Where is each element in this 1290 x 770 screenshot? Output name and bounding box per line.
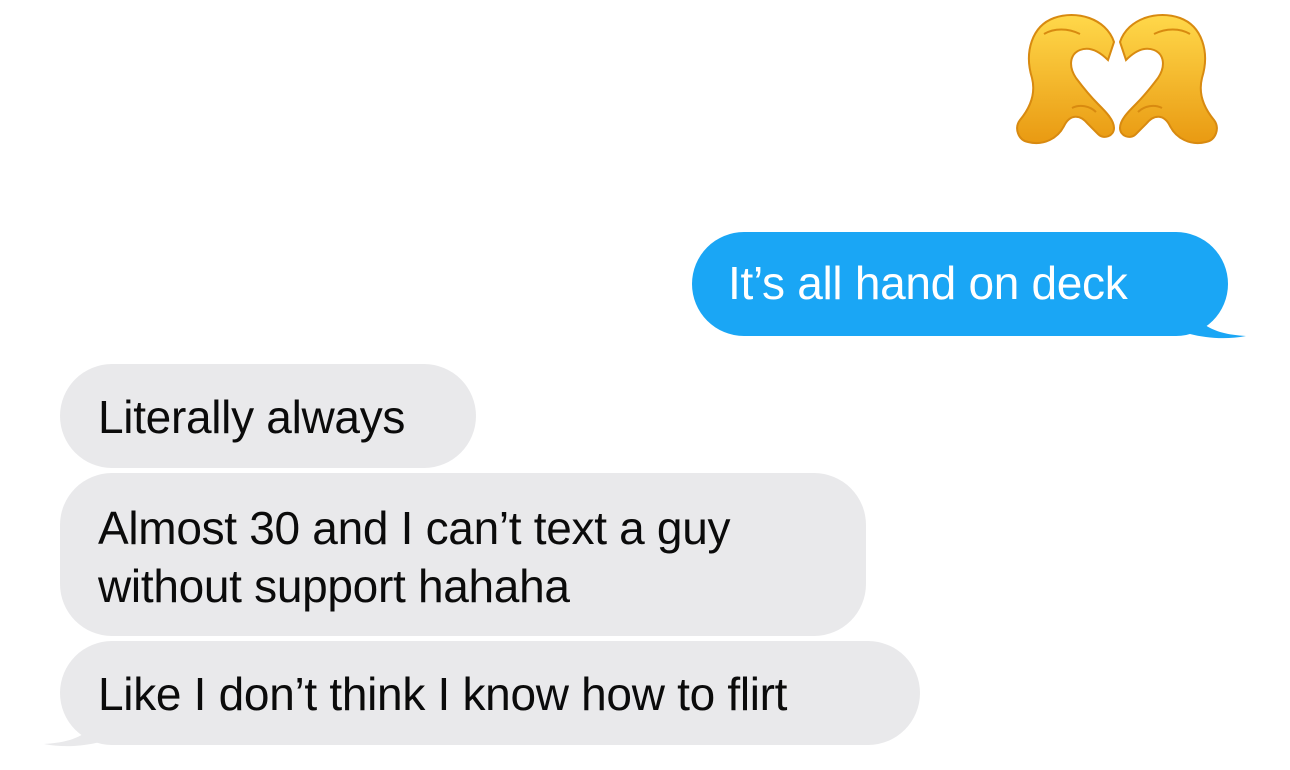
message-text: Literally always [98,391,406,443]
received-message-bubble[interactable]: Almost 30 and I can’t text a guy without… [60,473,866,636]
received-message-bubble[interactable]: Like I don’t think I know how to flirt [60,641,920,745]
message-text: Like I don’t think I know how to flirt [98,668,788,720]
message-text: It’s all hand on deck [728,257,1128,309]
message-thread: It’s all hand on deck Literally always A… [0,0,1290,770]
received-message-bubble[interactable]: Literally always [60,364,476,468]
heart-hands-icon [1016,14,1218,144]
sent-message-bubble[interactable]: It’s all hand on deck [692,232,1228,336]
message-text-line: Almost 30 and I can’t text a guy [98,502,731,554]
message-text-line: without support hahaha [98,560,570,612]
